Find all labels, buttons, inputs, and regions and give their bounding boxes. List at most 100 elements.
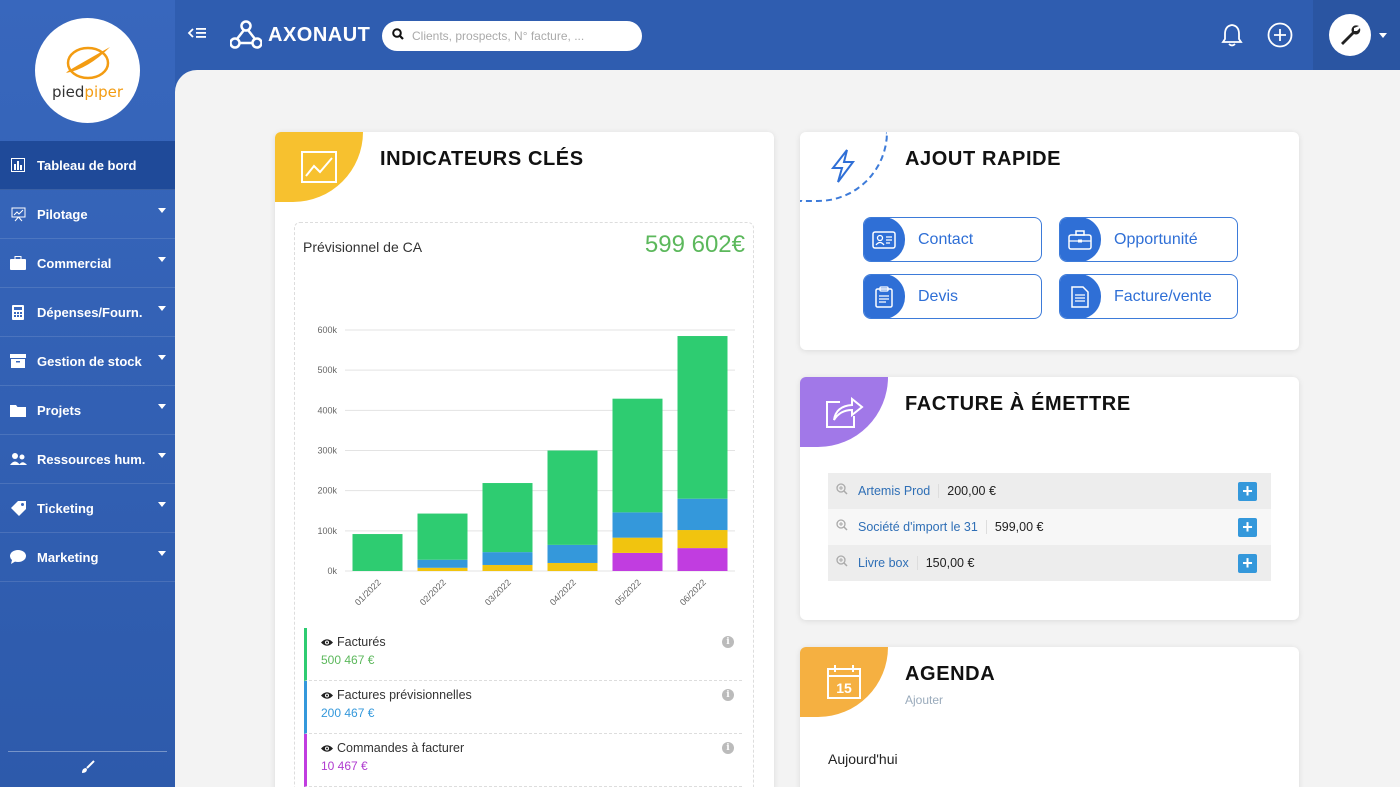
- user-menu[interactable]: [1313, 0, 1400, 70]
- card-badge: [800, 377, 888, 447]
- y-tick-label: 500k: [317, 365, 337, 375]
- quick-add-facture-button[interactable]: Facture/vente: [1059, 274, 1238, 319]
- calendar-icon: 15: [827, 665, 861, 699]
- presentation-icon: [9, 206, 27, 222]
- revenue-chart: 0k 100k 200k 300k 400k 500k 600k 01/2022 02/2022…: [317, 325, 735, 607]
- sidebar-item-commercial[interactable]: Commercial: [0, 239, 175, 288]
- card-title: AGENDA: [905, 663, 996, 685]
- invoice-client-link[interactable]: Société d'import le 31: [858, 520, 987, 534]
- avatar[interactable]: [1329, 14, 1371, 56]
- company-logo[interactable]: piedpiper: [35, 18, 140, 123]
- sidebar-item-label: Commercial: [37, 255, 112, 271]
- sidebar-item-projets[interactable]: Projets: [0, 386, 175, 435]
- invoice-row: Artemis Prod 200,00 € +: [828, 473, 1271, 509]
- y-tick-label: 300k: [317, 446, 337, 456]
- sidebar-item-ticketing[interactable]: Ticketing: [0, 484, 175, 533]
- sidebar-item-label: Tableau de bord: [37, 157, 137, 173]
- svg-text:15: 15: [836, 680, 852, 696]
- sidebar-item-label: Dépenses/Fourn.: [37, 304, 143, 320]
- trend-chart-icon: [301, 151, 337, 183]
- lightning-icon: [830, 149, 855, 183]
- chevron-down-icon: [158, 502, 166, 507]
- legend-item-commandes[interactable]: Commandes à facturer 10 467 € i: [304, 734, 742, 787]
- add-invoice-button[interactable]: +: [1238, 554, 1257, 573]
- bar-segment: [612, 552, 663, 571]
- legend-item-factures[interactable]: Facturés 500 467 € i: [304, 628, 742, 681]
- eye-icon: [321, 744, 333, 752]
- brush-icon[interactable]: [81, 760, 95, 779]
- y-tick-label: 200k: [317, 486, 337, 496]
- bar-segment: [482, 564, 533, 571]
- quick-add-contact-button[interactable]: Contact: [863, 217, 1042, 262]
- calculator-icon: [9, 304, 27, 320]
- legend-item-factures-previsionnelles[interactable]: Factures prévisionnelles 200 467 € i: [304, 681, 742, 734]
- search-bar[interactable]: [382, 21, 642, 51]
- add-invoice-button[interactable]: +: [1238, 518, 1257, 537]
- legend-label: Factures prévisionnelles: [337, 688, 472, 702]
- info-icon[interactable]: i: [722, 636, 734, 648]
- info-icon[interactable]: i: [722, 742, 734, 754]
- x-tick-label: 01/2022: [353, 577, 383, 607]
- sidebar-item-label: Ressources hum.: [37, 451, 146, 467]
- briefcase-icon: [9, 255, 27, 271]
- bell-icon[interactable]: [1217, 20, 1247, 50]
- invoice-amount: 150,00 €: [925, 556, 975, 570]
- search-input[interactable]: [412, 29, 612, 43]
- add-invoice-button[interactable]: +: [1238, 482, 1257, 501]
- document-icon: [1060, 275, 1101, 318]
- bar-segment: [482, 483, 533, 553]
- legend-label: Facturés: [337, 635, 386, 649]
- brand-name: AXONAUT: [268, 23, 371, 46]
- axonaut-logo-icon: [230, 20, 262, 49]
- clipboard-icon: [864, 275, 905, 318]
- sidebar: piedpiper Tableau de bord Pilotage Comme…: [0, 0, 184, 787]
- zoom-icon[interactable]: [836, 482, 848, 500]
- x-tick-label: 02/2022: [418, 577, 448, 607]
- sidebar-footer: [8, 751, 167, 787]
- invoice-list: Artemis Prod 200,00 € + Société d'import…: [828, 473, 1271, 581]
- eye-icon: [321, 691, 333, 699]
- quick-add-devis-button[interactable]: Devis: [863, 274, 1042, 319]
- bar-segment: [677, 548, 728, 571]
- y-tick-label: 0k: [327, 566, 337, 576]
- briefcase-icon: [1060, 218, 1101, 261]
- legend-value: 200 467 €: [321, 706, 375, 720]
- bar-segment: [677, 498, 728, 531]
- quick-add-opportunite-button[interactable]: Opportunité: [1059, 217, 1238, 262]
- invoice-row: Livre box 150,00 € +: [828, 545, 1271, 581]
- sidebar-item-gestion-de-stock[interactable]: Gestion de stock: [0, 337, 175, 386]
- y-tick-label: 400k: [317, 405, 337, 415]
- sidebar-item-tableau-de-bord[interactable]: Tableau de bord: [0, 141, 184, 190]
- bar-chart-icon: [9, 157, 27, 173]
- bar-segment: [547, 562, 598, 571]
- kpi-value: 599 602€: [644, 231, 745, 258]
- zoom-icon[interactable]: [836, 554, 848, 572]
- users-icon: [9, 451, 27, 467]
- eye-icon: [321, 638, 333, 646]
- add-circle-icon[interactable]: [1265, 20, 1295, 50]
- sidebar-item-ressources-hum[interactable]: Ressources hum.: [0, 435, 175, 484]
- bar-segment: [612, 512, 663, 538]
- card-badge: 15: [800, 647, 888, 717]
- card-indicateurs: INDICATEURS CLÉS Prévisionnel de CA 599 …: [275, 132, 774, 787]
- agenda-add-link[interactable]: Ajouter: [905, 693, 943, 707]
- brand[interactable]: AXONAUT: [230, 20, 370, 50]
- y-tick-label: 100k: [317, 526, 337, 536]
- info-icon[interactable]: i: [722, 689, 734, 701]
- sidebar-item-depenses[interactable]: Dépenses/Fourn.: [0, 288, 175, 337]
- collapse-menu-icon[interactable]: [187, 26, 207, 43]
- bar-segment: [417, 559, 468, 568]
- card-title: INDICATEURS CLÉS: [380, 148, 584, 170]
- sidebar-item-pilotage[interactable]: Pilotage: [0, 190, 175, 239]
- x-tick-label: 05/2022: [613, 577, 643, 607]
- bar-segment: [482, 552, 533, 565]
- legend-value: 10 467 €: [321, 759, 368, 773]
- card-badge: [275, 132, 363, 202]
- zoom-icon[interactable]: [836, 518, 848, 536]
- invoice-client-link[interactable]: Livre box: [858, 556, 918, 570]
- invoice-amount: 200,00 €: [947, 484, 996, 498]
- invoice-client-link[interactable]: Artemis Prod: [858, 484, 940, 498]
- sidebar-item-marketing[interactable]: Marketing: [0, 533, 175, 582]
- card-title: AJOUT RAPIDE: [905, 148, 1062, 170]
- sidebar-item-label: Marketing: [37, 549, 99, 565]
